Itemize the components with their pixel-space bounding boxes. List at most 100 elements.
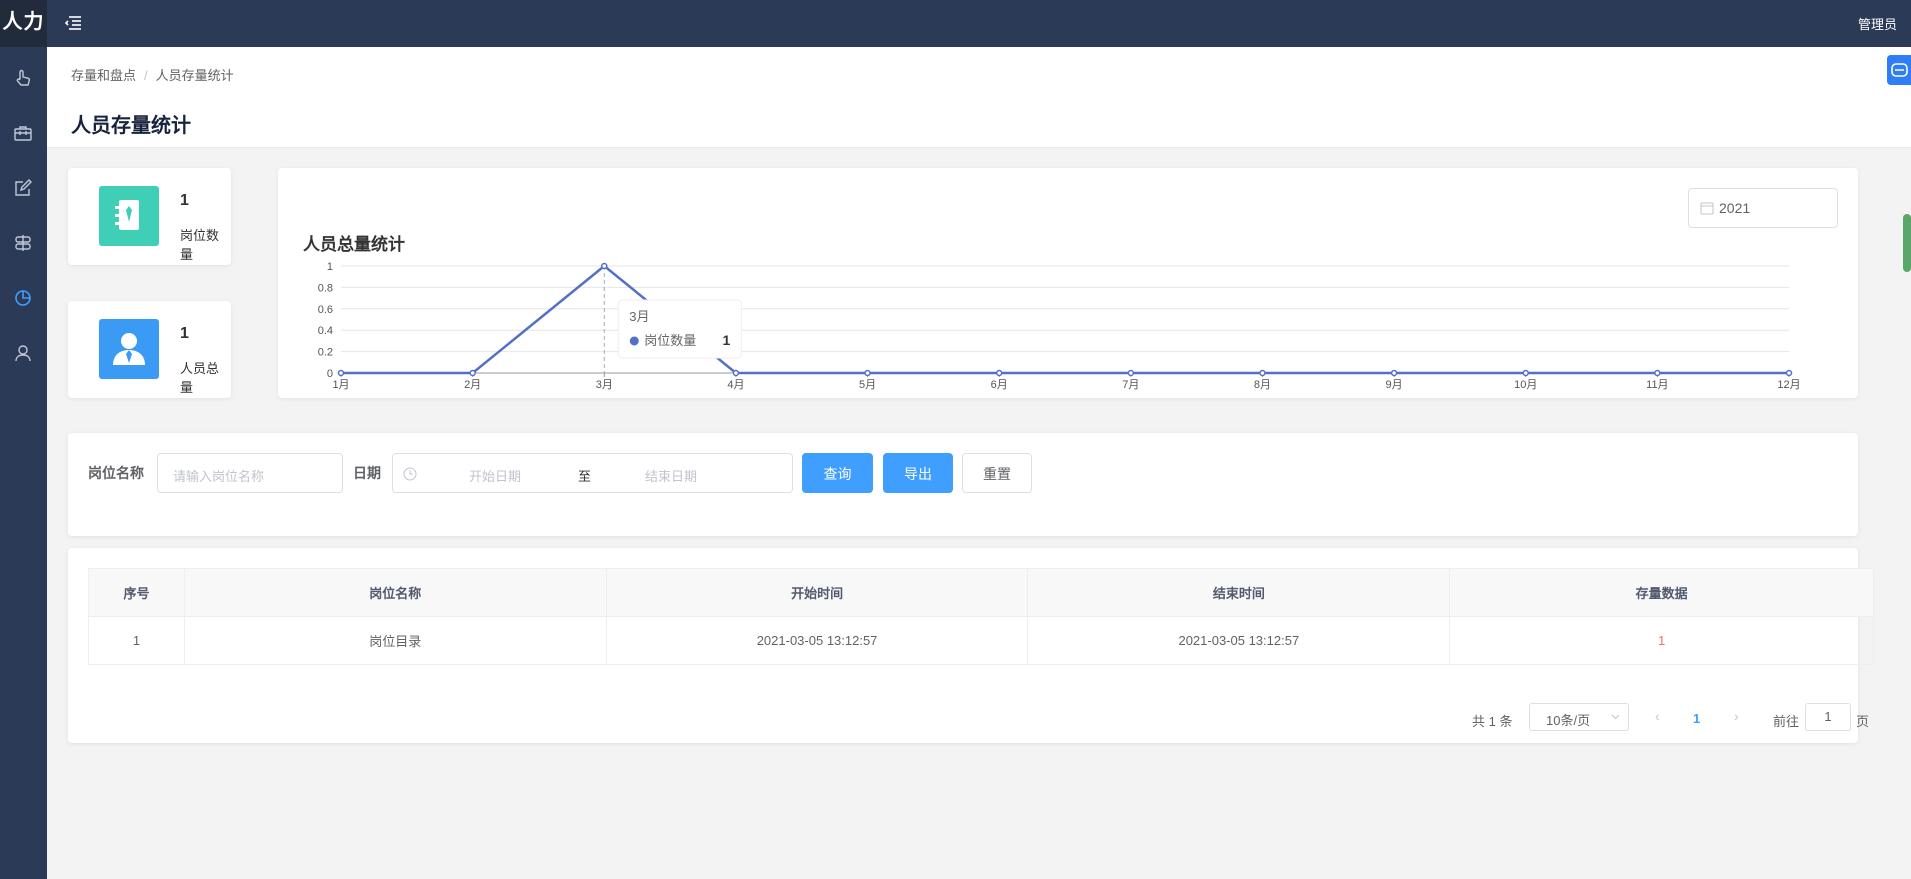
stat-value: 1: [180, 325, 189, 342]
range-separator: 至: [578, 469, 592, 484]
post-name-label: 岗位名称: [88, 465, 144, 481]
pagination-total: 共 1 条: [1472, 714, 1513, 729]
tooltip-marker: [629, 336, 639, 346]
x-tick-label: 5月: [859, 379, 876, 391]
sidebar: [0, 47, 47, 879]
x-tick-label: 2月: [464, 379, 481, 391]
data-point: [1390, 369, 1398, 377]
pie-chart-icon[interactable]: [12, 287, 34, 309]
user-menu[interactable]: 管理员: [1858, 14, 1897, 33]
breadcrumb-current: 人员存量统计: [155, 68, 234, 83]
stat-value: 1: [180, 192, 189, 209]
filter-card: 岗位名称 请输入岗位名称 日期 开始日期 至 结束日期 查询 导出 重置: [68, 433, 1858, 536]
end-date-placeholder[interactable]: 结束日期: [645, 466, 697, 485]
table-cell: 2021-03-05 13:12:57: [605, 616, 1029, 665]
column-header: 结束时间: [1027, 568, 1451, 617]
x-tick-label: 9月: [1386, 379, 1403, 391]
chevron-down-icon: [1611, 714, 1620, 720]
vertical-scrollbar[interactable]: [1903, 214, 1911, 272]
id-badge-icon: [99, 186, 159, 246]
main-content: 存量和盘点 / 人员存量统计 人员存量统计 1 岗位数量 1 人员总量 2021…: [47, 47, 1911, 879]
clock-icon: [403, 467, 417, 481]
prev-page-icon[interactable]: ‹: [1655, 708, 1660, 724]
stat-label: 人员总量: [180, 361, 220, 395]
post-name-input[interactable]: 请输入岗位名称: [157, 453, 343, 493]
table-row[interactable]: 1 岗位目录 2021-03-05 13:12:57 2021-03-05 13…: [88, 616, 1874, 665]
user-icon[interactable]: [12, 342, 34, 364]
floating-action-icon[interactable]: [1887, 55, 1911, 85]
x-tick-label: 1月: [332, 379, 349, 391]
person-icon: [99, 319, 159, 379]
data-point: [1127, 369, 1135, 377]
x-tick-label: 11月: [1646, 379, 1668, 391]
table-header-row: 序号 岗位名称 开始时间 结束时间 存量数据: [88, 568, 1874, 617]
current-page[interactable]: 1: [1693, 711, 1700, 726]
data-point: [601, 262, 608, 270]
y-tick-label: 0.4: [318, 325, 333, 337]
tooltip-category: 3月: [629, 309, 649, 324]
page-unit-label: 页: [1856, 714, 1870, 729]
start-date-placeholder[interactable]: 开始日期: [469, 466, 521, 485]
y-tick-label: 0.2: [318, 347, 333, 359]
table-card: 序号 岗位名称 开始时间 结束时间 存量数据 1 岗位目录 2021-03-05…: [68, 548, 1874, 743]
column-header: 序号: [88, 568, 185, 617]
edit-icon[interactable]: [12, 177, 34, 199]
table-cell: 1: [88, 616, 185, 665]
post-name-placeholder: 请输入岗位名称: [173, 469, 265, 484]
date-range-picker[interactable]: 开始日期 至 结束日期: [392, 453, 793, 493]
page-title: 人员存量统计: [71, 115, 191, 137]
line-chart: 00.20.40.60.811月 2月 3月 4月 5月 6月 7月 8月 9月 10月 11月 12…: [318, 261, 1801, 391]
stat-card-posts: 1 岗位数量: [68, 168, 231, 265]
briefcase-icon[interactable]: [12, 122, 34, 144]
date-label: 日期: [353, 465, 381, 481]
table-cell: 岗位目录: [183, 616, 607, 665]
y-tick-label: 0.8: [318, 282, 333, 294]
stat-card-people: 1 人员总量: [68, 301, 231, 398]
table-cell-stock: 1: [1449, 616, 1874, 665]
data-point: [1522, 369, 1529, 377]
settings-icon[interactable]: [12, 232, 34, 254]
x-tick-label: 4月: [727, 379, 744, 391]
x-tick-label: 3月: [596, 379, 613, 391]
x-tick-label: 8月: [1254, 379, 1271, 391]
y-tick-label: 1: [327, 261, 333, 273]
data-point: [995, 369, 1003, 377]
menu-toggle-icon[interactable]: [62, 12, 84, 34]
page-size-value: 10条/页: [1546, 713, 1591, 728]
export-button[interactable]: 导出: [883, 453, 953, 493]
query-button[interactable]: 查询: [802, 453, 873, 493]
x-tick-label: 12月: [1777, 379, 1800, 391]
tooltip-value: 1: [722, 332, 730, 348]
page-size-select[interactable]: 10条/页: [1529, 703, 1629, 731]
app-logo: 人力: [0, 0, 47, 47]
column-header: 开始时间: [605, 568, 1029, 617]
data-point: [469, 369, 476, 377]
next-page-icon[interactable]: ›: [1734, 708, 1739, 724]
goto-page-input[interactable]: 1: [1805, 703, 1851, 731]
breadcrumb-separator: /: [144, 68, 148, 83]
breadcrumb-parent[interactable]: 存量和盘点: [71, 68, 136, 83]
reset-button[interactable]: 重置: [962, 453, 1032, 493]
column-header: 存量数据: [1449, 568, 1874, 617]
y-tick-label: 0.6: [318, 304, 333, 316]
data-point: [1785, 369, 1793, 377]
goto-label: 前往: [1773, 714, 1800, 729]
x-tick-label: 6月: [991, 379, 1008, 391]
data-point: [1259, 369, 1266, 377]
data-point: [1654, 369, 1661, 377]
breadcrumb: 存量和盘点 / 人员存量统计: [71, 65, 234, 84]
x-tick-label: 10月: [1514, 379, 1537, 391]
column-header: 岗位名称: [183, 568, 607, 617]
tooltip-series-name: 岗位数量: [644, 333, 696, 348]
chart-card: 2021 人员总量统计 0 0.2 0.4 0.6 0.8 1 1月 2月 3月 4月 5月 6月 7月…: [278, 168, 1858, 398]
page-header: 存量和盘点 / 人员存量统计 人员存量统计: [47, 47, 1911, 148]
series-line: [341, 264, 1789, 375]
top-header: 人力 管理员: [0, 0, 1911, 47]
table-cell: 2021-03-05 13:12:57: [1027, 616, 1451, 665]
x-tick-label: 7月: [1122, 379, 1139, 391]
data-point: [732, 369, 740, 377]
stat-label: 岗位数量: [180, 228, 220, 262]
data-point: [864, 369, 871, 377]
pointer-hand-icon[interactable]: [12, 67, 34, 89]
data-point: [337, 369, 345, 377]
